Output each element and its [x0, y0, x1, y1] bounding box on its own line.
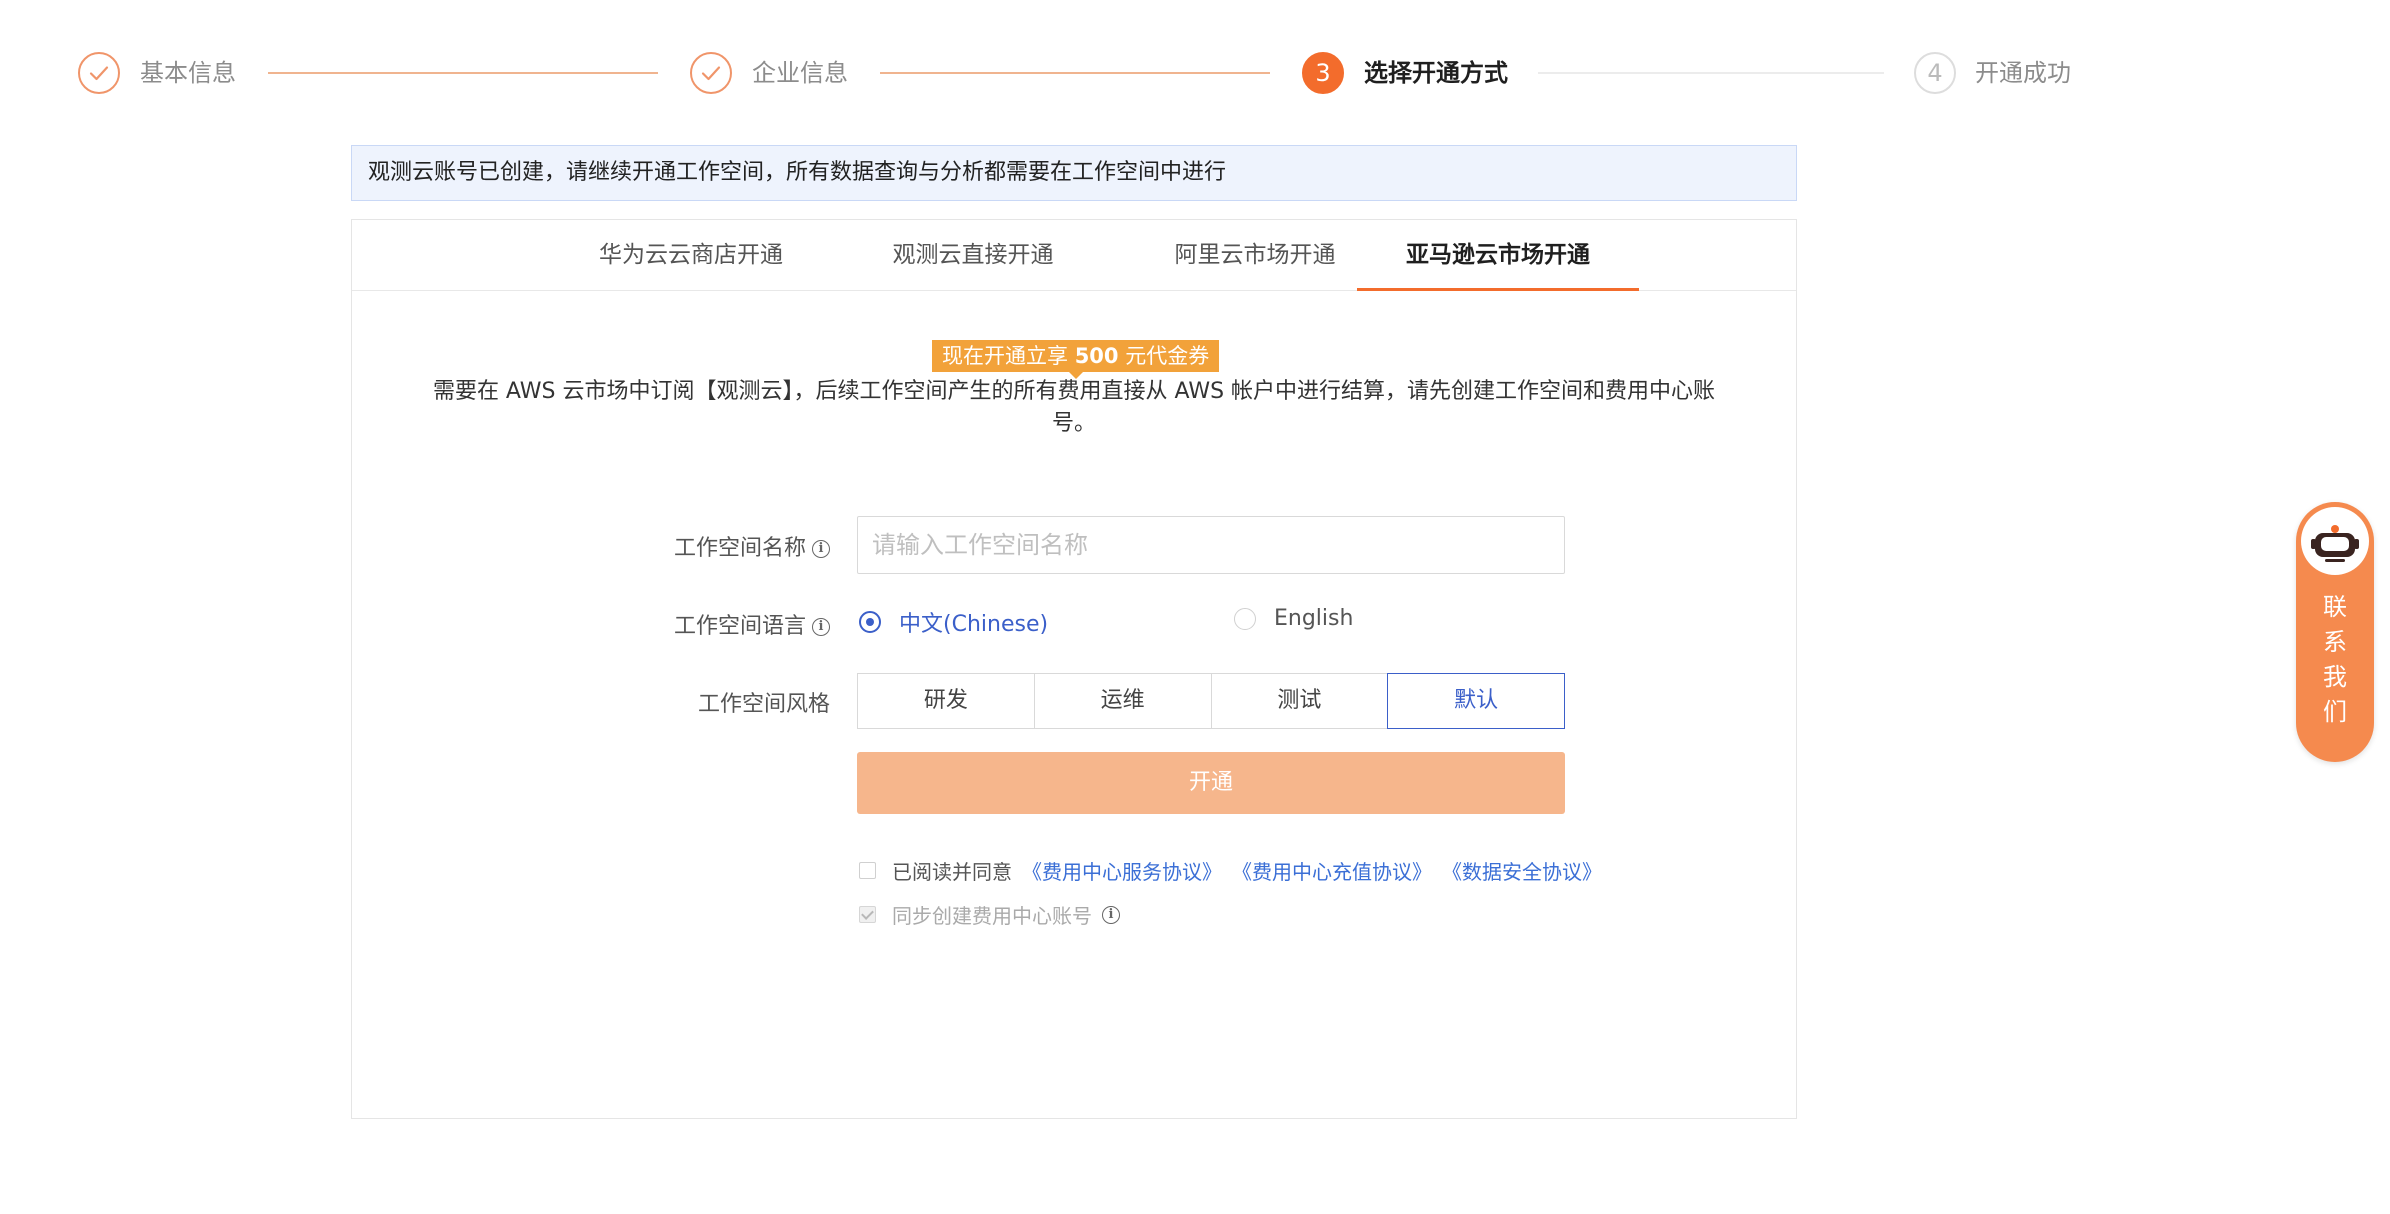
style-option-ops[interactable]: 运维 — [1033, 673, 1212, 729]
radio-checked-icon — [859, 611, 881, 633]
tab-huawei-cloud[interactable]: 华为云云商店开通 — [550, 220, 832, 290]
step-3-label: 选择开通方式 — [1364, 59, 1508, 87]
contact-us-label: 联 系 我 们 — [2296, 590, 2374, 730]
workspace-style-label: 工作空间风格 — [697, 692, 830, 717]
tab-direct[interactable]: 观测云直接开通 — [832, 220, 1114, 290]
open-workspace-button[interactable]: 开通 — [857, 752, 1565, 814]
step-2-label: 企业信息 — [752, 59, 848, 87]
tab-aliyun-market[interactable]: 阿里云市场开通 — [1114, 220, 1396, 290]
contact-char: 们 — [2323, 698, 2347, 726]
info-icon[interactable]: i — [812, 540, 830, 558]
billing-service-agreement-link[interactable]: 《费用中心服务协议》 — [1022, 856, 1222, 885]
workspace-name-label: 工作空间名称 — [673, 536, 806, 561]
steps-bar: 基本信息 企业信息 3 选择开通方式 4 开通成功 — [0, 0, 2390, 146]
info-icon[interactable]: i — [812, 618, 830, 636]
step-1-label: 基本信息 — [140, 59, 236, 87]
language-chinese-label: 中文(Chinese) — [899, 612, 1049, 637]
workspace-name-input[interactable] — [857, 516, 1565, 574]
contact-char: 联 — [2323, 593, 2347, 621]
voucher-promo-badge: 现在开通立享 500 元代金券 — [932, 340, 1220, 379]
step-connector-1 — [268, 72, 658, 74]
step-1-check-icon — [78, 52, 120, 94]
open-method-panel: 华为云云商店开通 观测云直接开通 阿里云市场开通 亚马逊云市场开通 现在开通立享… — [351, 219, 1797, 1119]
notice-banner: 观测云账号已创建，请继续开通工作空间，所有数据查询与分析都需要在工作空间中进行 — [351, 145, 1797, 201]
promo-suffix: 元代金券 — [1118, 344, 1210, 368]
agree-text: 已阅读并同意 — [892, 860, 1012, 884]
step-connector-2 — [880, 72, 1270, 74]
step-2-check-icon — [690, 52, 732, 94]
language-english-label: English — [1274, 606, 1354, 631]
aws-description: 需要在 AWS 云市场中订阅【观测云】，后续工作空间产生的所有费用直接从 AWS… — [432, 379, 1716, 436]
style-option-dev[interactable]: 研发 — [857, 673, 1035, 729]
billing-recharge-agreement-link[interactable]: 《费用中心充值协议》 — [1232, 856, 1432, 885]
contact-char: 系 — [2323, 628, 2347, 656]
open-method-tabs: 华为云云商店开通 观测云直接开通 阿里云市场开通 亚马逊云市场开通 — [352, 220, 1796, 291]
style-option-default[interactable]: 默认 — [1387, 673, 1565, 729]
step-connector-3 — [1538, 72, 1884, 74]
contact-char: 我 — [2323, 663, 2347, 691]
radio-unchecked-icon — [1234, 607, 1256, 630]
tab-aws-market[interactable]: 亚马逊云市场开通 — [1357, 220, 1639, 291]
workspace-style-group: 研发 运维 测试 默认 — [857, 673, 1565, 729]
sync-billing-text: 同步创建费用中心账号 — [892, 904, 1092, 928]
promo-prefix: 现在开通立享 — [942, 344, 1075, 368]
data-security-agreement-link[interactable]: 《数据安全协议》 — [1442, 856, 1602, 885]
sync-billing-row: 同步创建费用中心账号 i — [859, 900, 1120, 929]
style-option-test[interactable]: 测试 — [1210, 673, 1389, 729]
language-radio-chinese[interactable]: 中文(Chinese) — [859, 606, 1048, 638]
agree-checkbox[interactable] — [859, 862, 876, 879]
agreement-row: 已阅读并同意 《费用中心服务协议》 《费用中心充值协议》 《数据安全协议》 — [859, 856, 1602, 885]
promo-amount: 500 — [1074, 344, 1119, 368]
workspace-language-label: 工作空间语言 — [673, 614, 806, 639]
workspace-name-label-row: 工作空间名称 i — [642, 530, 830, 562]
info-icon[interactable]: i — [1102, 905, 1120, 924]
workspace-language-label-row: 工作空间语言 i — [642, 608, 830, 640]
step-3-number: 3 — [1302, 52, 1344, 94]
language-radio-english[interactable]: English — [1234, 606, 1353, 631]
service-robot-icon — [2301, 507, 2369, 575]
sync-billing-checkbox — [859, 906, 876, 923]
contact-us-float-button[interactable]: 联 系 我 们 — [2296, 502, 2374, 762]
step-4-label: 开通成功 — [1975, 59, 2071, 87]
step-4-number: 4 — [1914, 52, 1956, 94]
